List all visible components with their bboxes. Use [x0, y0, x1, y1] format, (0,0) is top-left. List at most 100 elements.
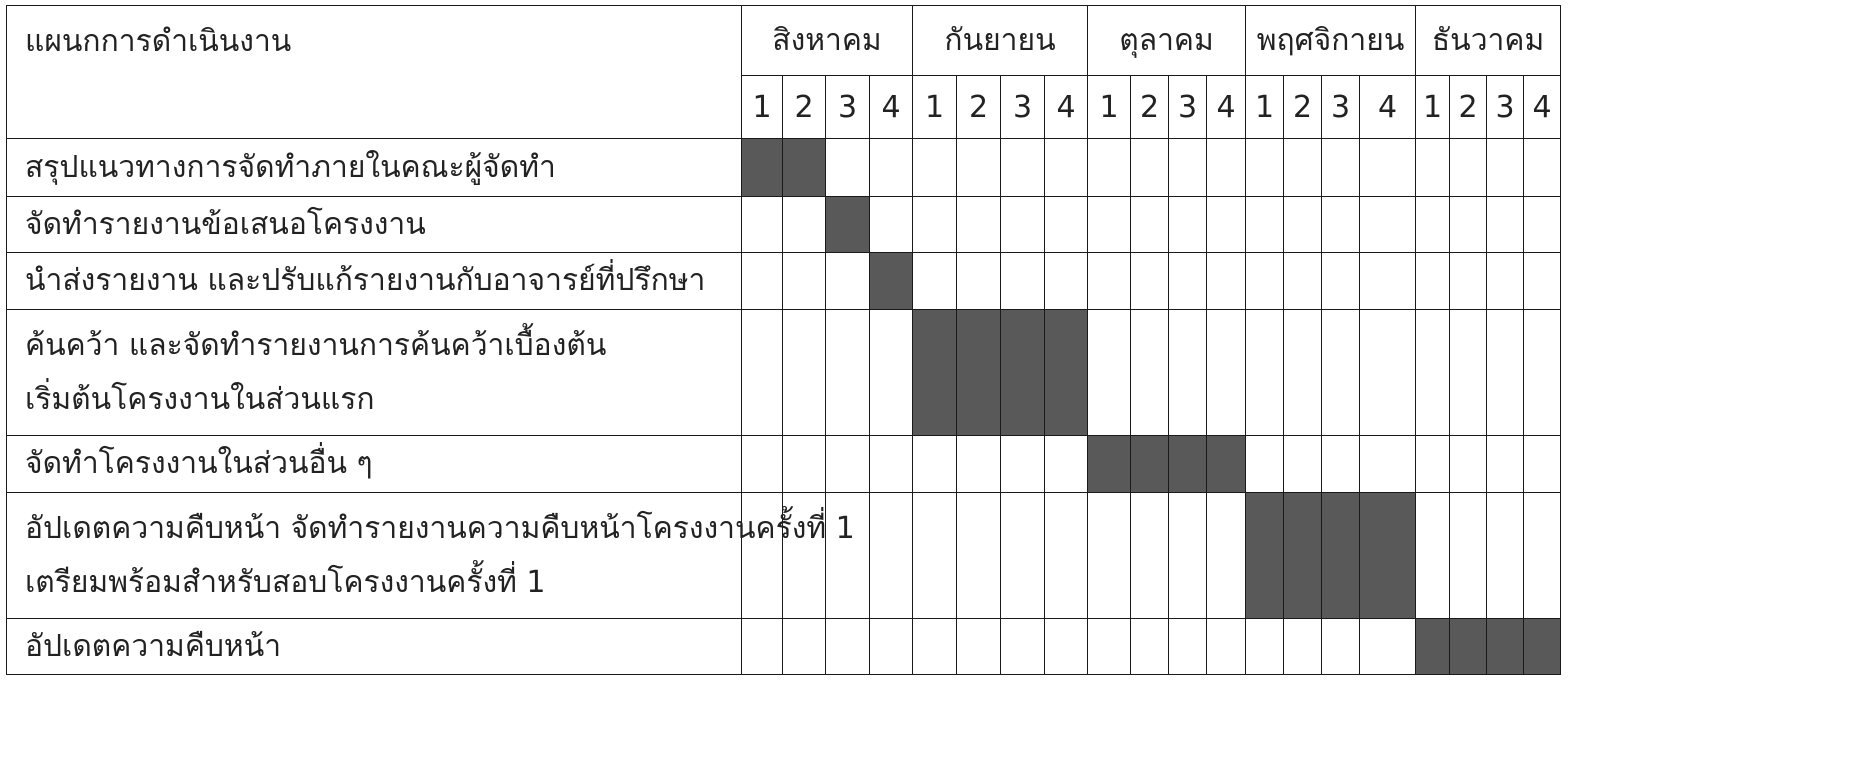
schedule-cell: [1130, 196, 1169, 253]
schedule-cell: [1000, 492, 1045, 619]
schedule-cell: [1044, 435, 1088, 493]
schedule-cell: [956, 492, 1001, 619]
schedule-cell: [1449, 309, 1488, 436]
schedule-cell: [1486, 309, 1525, 436]
month-header: สิงหาคม: [741, 5, 913, 76]
schedule-cell: [1044, 252, 1088, 310]
task-name: อัปเดตความคืบหน้า จัดทำรายงานความคืบหน้า…: [6, 492, 855, 619]
schedule-cell-active: [956, 309, 1001, 436]
schedule-cell: [1087, 618, 1131, 675]
schedule-cell: [1000, 252, 1045, 310]
schedule-cell: [869, 309, 913, 436]
task-name-line: เริ่มต้นโครงงานในส่วนแรก: [25, 381, 375, 417]
schedule-cell-active: [1486, 618, 1525, 675]
schedule-cell: [741, 252, 783, 310]
schedule-cell-active: [912, 309, 957, 436]
schedule-cell: [1168, 252, 1207, 310]
task-row: จัดทำรายงานข้อเสนอโครงงาน: [6, 196, 1562, 253]
schedule-cell: [1087, 492, 1131, 619]
week-header: 1: [1245, 75, 1284, 139]
schedule-cell: [1449, 435, 1488, 493]
schedule-cell: [1087, 138, 1131, 197]
task-name: นำส่งรายงาน และปรับแก้รายงานกับอาจารย์ที…: [6, 252, 742, 310]
schedule-cell: [1321, 618, 1360, 675]
schedule-cell: [912, 196, 957, 253]
schedule-cell: [1245, 252, 1284, 310]
schedule-cell-active: [1358, 492, 1417, 619]
task-row: ค้นคว้า และจัดทำรายงานการค้นคว้าเบื้องต้…: [6, 309, 1562, 436]
schedule-cell: [1449, 492, 1488, 619]
task-name-line: อัปเดตความคืบหน้า จัดทำรายงานความคืบหน้า…: [25, 510, 855, 546]
week-header: 4: [1206, 75, 1246, 139]
schedule-cell: [869, 492, 913, 619]
schedule-cell: [1321, 138, 1360, 197]
task-name-line: จัดทำโครงงานในส่วนอื่น ๆ: [25, 446, 373, 481]
schedule-cell: [1523, 138, 1562, 197]
schedule-cell: [1000, 138, 1045, 197]
schedule-cell: [1168, 196, 1207, 253]
schedule-cell-active: [1245, 492, 1284, 619]
schedule-cell: [1449, 252, 1488, 310]
task-name-line: เตรียมพร้อมสำหรับสอบโครงงานครั้งที่ 1: [25, 564, 546, 600]
schedule-cell: [1283, 252, 1322, 310]
week-header: 4: [1044, 75, 1088, 139]
schedule-cell: [1486, 435, 1525, 493]
schedule-cell: [1415, 492, 1451, 619]
week-header: 2: [1283, 75, 1322, 139]
task-rows: สรุปแนวทางการจัดทำภายในคณะผู้จัดทำจัดทำร…: [6, 138, 1562, 675]
schedule-cell: [956, 618, 1001, 675]
schedule-cell: [741, 435, 783, 493]
week-header: 1: [1415, 75, 1451, 139]
schedule-cell: [1321, 309, 1360, 436]
schedule-cell: [1168, 309, 1207, 436]
schedule-cell: [782, 618, 826, 675]
schedule-cell: [1523, 492, 1562, 619]
schedule-cell: [1415, 196, 1451, 253]
schedule-cell: [1415, 138, 1451, 197]
task-name: จัดทำโครงงานในส่วนอื่น ๆ: [6, 435, 742, 493]
schedule-cell: [1449, 138, 1488, 197]
task-column-header: แผนกการดำเนินงาน: [6, 5, 742, 139]
task-name-line: สรุปแนวทางการจัดทำภายในคณะผู้จัดทำ: [25, 149, 556, 185]
task-name: สรุปแนวทางการจัดทำภายในคณะผู้จัดทำ: [6, 138, 742, 197]
schedule-cell: [1283, 435, 1322, 493]
schedule-cell: [1523, 435, 1562, 493]
schedule-cell: [1245, 618, 1284, 675]
schedule-cell: [1486, 196, 1525, 253]
schedule-cell: [782, 435, 826, 493]
schedule-cell: [869, 618, 913, 675]
week-header: 3: [1486, 75, 1525, 139]
schedule-cell: [1245, 196, 1284, 253]
schedule-cell: [825, 435, 870, 493]
task-row: จัดทำโครงงานในส่วนอื่น ๆ: [6, 435, 1562, 493]
schedule-cell: [1000, 196, 1045, 253]
schedule-cell-active: [1321, 492, 1360, 619]
schedule-cell: [1206, 309, 1246, 436]
week-header: 3: [1000, 75, 1045, 139]
schedule-cell: [1000, 618, 1045, 675]
week-header: 1: [1087, 75, 1131, 139]
month-header: พฤศจิกายน: [1244, 5, 1417, 76]
schedule-cell-active: [1168, 435, 1207, 493]
schedule-cell: [1415, 309, 1451, 436]
schedule-cell: [912, 492, 957, 619]
schedule-cell: [1087, 252, 1131, 310]
schedule-cell: [1206, 138, 1246, 197]
schedule-cell: [1415, 252, 1451, 310]
schedule-cell: [1130, 138, 1169, 197]
schedule-cell: [869, 196, 913, 253]
week-header: 3: [1321, 75, 1360, 139]
schedule-cell: [1087, 309, 1131, 436]
schedule-cell: [1523, 252, 1562, 310]
schedule-cell: [1358, 618, 1417, 675]
schedule-cell: [741, 309, 783, 436]
schedule-cell-active: [1000, 309, 1045, 436]
schedule-cell: [956, 435, 1001, 493]
schedule-cell: [1283, 309, 1322, 436]
week-header: 2: [1130, 75, 1169, 139]
schedule-cell-active: [1130, 435, 1169, 493]
schedule-cell-active: [1206, 435, 1246, 493]
week-header: 2: [956, 75, 1001, 139]
schedule-cell: [741, 618, 783, 675]
schedule-cell: [1245, 435, 1284, 493]
